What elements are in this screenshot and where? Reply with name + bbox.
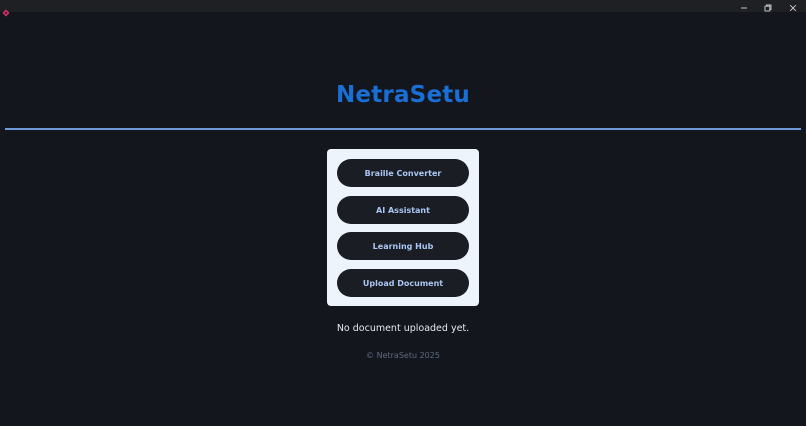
minimize-button[interactable]	[733, 0, 755, 12]
restore-icon	[764, 0, 772, 16]
app-title: NetraSetu	[335, 82, 471, 108]
app-logo-icon	[2, 2, 10, 17]
ai-assistant-button[interactable]: AI Assistant	[337, 196, 469, 224]
learning-hub-button[interactable]: Learning Hub	[337, 232, 469, 260]
upload-document-button[interactable]: Upload Document	[337, 269, 469, 297]
footer-copyright: © NetraSetu 2025	[366, 351, 440, 360]
close-icon	[789, 0, 797, 16]
menu-card: Braille Converter AI Assistant Learning …	[327, 149, 479, 306]
window-titlebar[interactable]	[0, 0, 806, 17]
minimize-icon	[740, 0, 748, 16]
title-divider	[5, 128, 801, 130]
braille-converter-button[interactable]: Braille Converter	[337, 159, 469, 187]
document-status-text: No document uploaded yet.	[336, 323, 470, 334]
close-button[interactable]	[782, 0, 804, 12]
maximize-button[interactable]	[757, 0, 779, 12]
